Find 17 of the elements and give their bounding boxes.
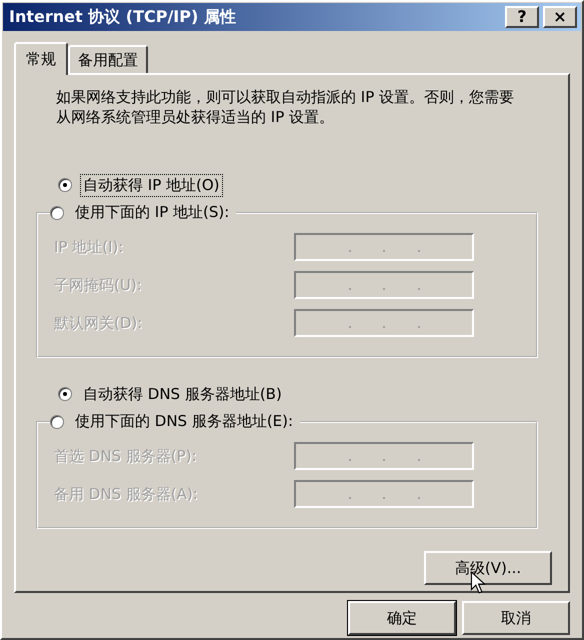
help-button[interactable]: ? <box>505 6 539 28</box>
tab[interactable]: 备用配置 <box>68 45 148 73</box>
radio-button[interactable]: 使用下面的 IP 地址(S): <box>50 201 232 224</box>
tab[interactable]: 常规 <box>14 42 68 75</box>
description-text: 如果网络支持此功能，则可以获取自动指派的 IP 设置。否则，您需要从网络系统管理员处获得适当的 IP 设置。 <box>56 87 516 127</box>
radio-button[interactable]: 自动获得 DNS 服务器地址(B) <box>58 382 285 406</box>
ip-address-field[interactable] <box>294 480 474 508</box>
dialog-button[interactable]: 确定 <box>348 601 456 635</box>
advanced-button[interactable]: 高级(V)... <box>424 551 552 585</box>
radio-button[interactable]: 使用下面的 DNS 服务器地址(E): <box>50 410 296 433</box>
ip-address-field[interactable] <box>294 271 474 299</box>
ip-address-field[interactable] <box>294 309 474 337</box>
dialog-button[interactable]: 取消 <box>462 601 570 635</box>
ip-address-field[interactable] <box>294 442 474 470</box>
ip-address-field[interactable] <box>294 233 474 261</box>
close-button[interactable]: × <box>543 6 577 28</box>
window-title: Internet 协议 (TCP/IP) 属性 <box>9 6 236 28</box>
